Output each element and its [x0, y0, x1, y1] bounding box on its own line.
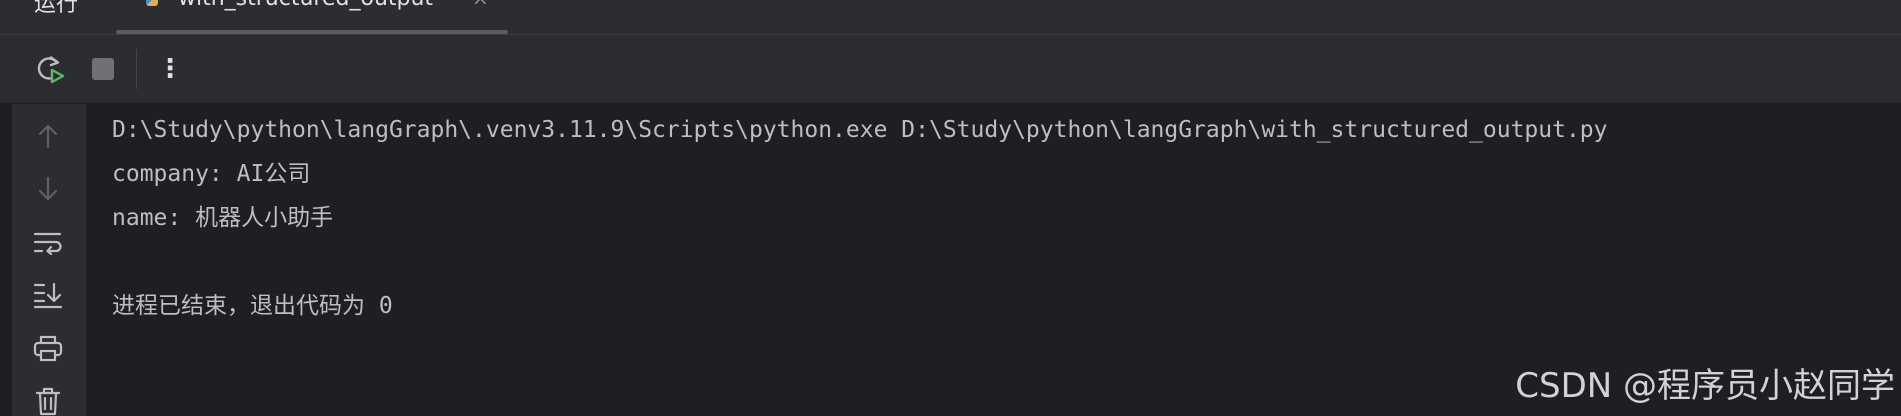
more-options-button[interactable]: ⋮ [152, 51, 188, 87]
tab-strip: 运行 with_structured_output × [0, 0, 1901, 35]
trash-icon [35, 387, 61, 416]
scroll-up-button[interactable] [30, 118, 66, 154]
soft-wrap-icon [33, 232, 62, 255]
arrow-up-icon [38, 124, 58, 149]
tab-with-structured-output[interactable]: with_structured_output × [116, 0, 508, 34]
clear-all-button[interactable] [30, 383, 66, 416]
run-tool-window: 运行 with_structured_output × ⋮ [0, 0, 1901, 416]
rerun-button[interactable] [32, 51, 68, 87]
scroll-down-button[interactable] [30, 171, 66, 207]
soft-wrap-button[interactable] [30, 224, 66, 260]
python-file-icon [146, 0, 158, 6]
panel-title: 运行 [34, 0, 79, 17]
run-toolbar: ⋮ [0, 35, 1901, 103]
console-line-exit-status: 进程已结束，退出代码为 0 [112, 293, 393, 319]
scroll-to-end-button[interactable] [30, 277, 66, 313]
console-output: D:\Study\python\langGraph\.venv3.11.9\Sc… [112, 108, 1892, 328]
scroll-to-end-icon [33, 282, 63, 309]
active-tab-indicator [116, 30, 508, 34]
stop-icon [92, 58, 114, 80]
arrow-down-icon [38, 176, 58, 201]
toolbar-separator [136, 49, 137, 89]
console-line-command: D:\Study\python\langGraph\.venv3.11.9\Sc… [112, 117, 1608, 143]
rerun-icon [37, 56, 65, 84]
stop-button[interactable] [85, 51, 121, 87]
printer-icon [33, 335, 63, 362]
close-tab-icon[interactable]: × [472, 0, 489, 10]
console-side-toolbar [12, 104, 86, 416]
console-line-name: name: 机器人小助手 [112, 205, 334, 231]
console-line-company: company: AI公司 [112, 161, 311, 187]
tab-label: with_structured_output [178, 0, 433, 11]
print-button[interactable] [30, 330, 66, 366]
watermark: CSDN @程序员小赵同学 [1515, 366, 1895, 406]
